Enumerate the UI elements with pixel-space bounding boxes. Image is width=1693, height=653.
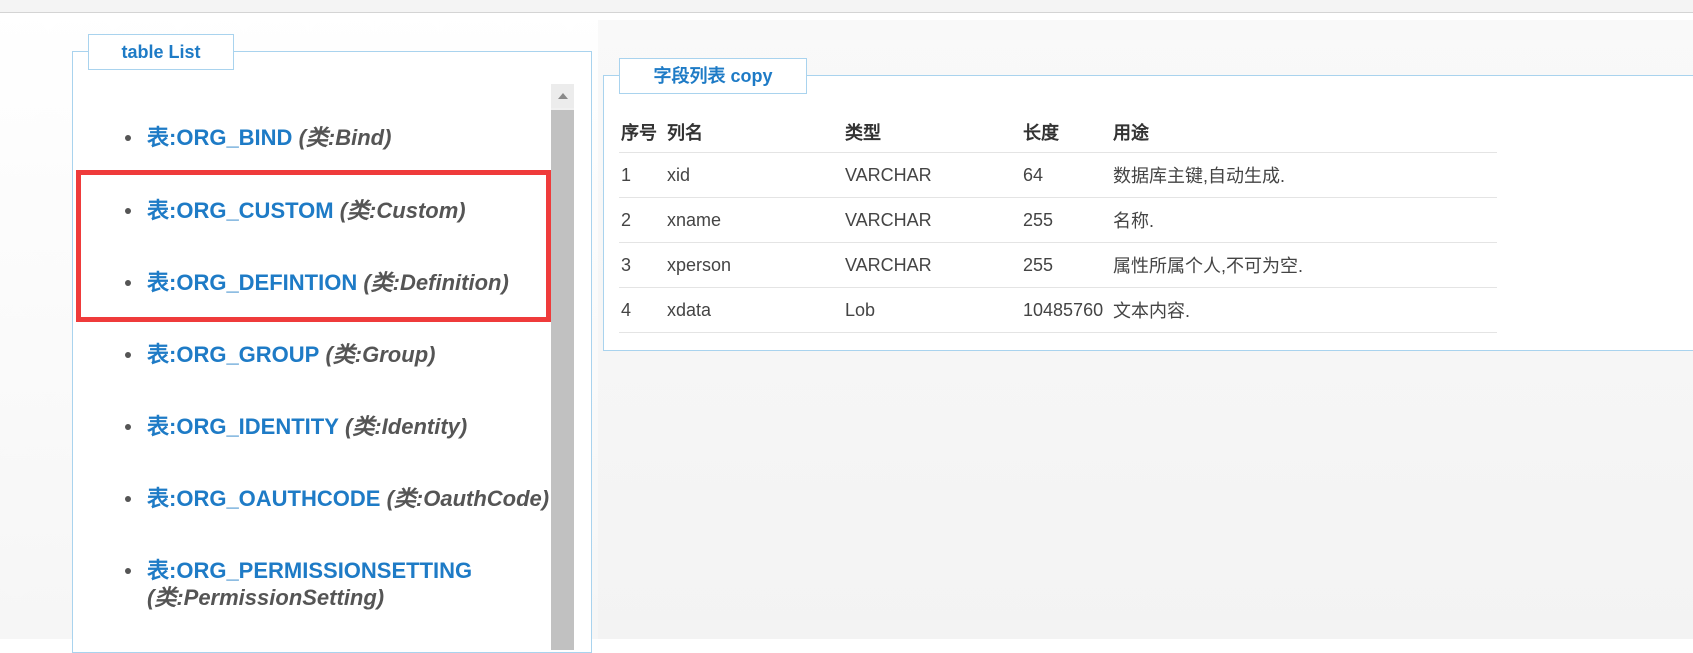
table-cell: 64 [1021,152,1111,198]
scrollbar-thumb[interactable] [551,110,574,650]
table-cell: 10485760 [1021,287,1111,333]
list-item: 表:ORG_OAUTHCODE (类:OauthCode) [118,485,558,512]
table-row: 3 xperson VARCHAR 255 属性所属个人,不可为空. [619,242,1497,288]
list-item: 表:ORG_PERMISSIONSETTING (类:PermissionSett… [118,557,558,611]
table-link[interactable]: 表:ORG_DEFINTION [147,270,357,295]
bullet-icon [125,424,131,430]
table-cell: 数据库主键,自动生成. [1111,152,1497,198]
table-cell: 文本内容. [1111,287,1497,333]
table-link[interactable]: 表:ORG_GROUP [147,342,319,367]
table-link[interactable]: 表:ORG_CUSTOM [147,198,334,223]
table-cell: 2 [619,197,665,243]
table-link[interactable]: 表:ORG_PERMISSIONSETTING [147,558,472,583]
class-label: (类:Bind) [298,125,392,150]
table-cell: 名称. [1111,197,1497,243]
table-list-legend: table List [88,34,234,70]
table-cell: VARCHAR [843,197,1021,243]
table-link[interactable]: 表:ORG_BIND [147,125,292,150]
bullet-icon [125,496,131,502]
table-row: 2 xname VARCHAR 255 名称. [619,197,1497,243]
field-list-legend: 字段列表 copy [619,58,807,94]
table-cell: xdata [665,287,843,333]
field-table: 序号 列名 类型 长度 用途 1 xid VARCHAR 64 数据库主键,自动… [619,112,1497,333]
list-item: 表:ORG_DEFINTION (类:Definition) [118,269,558,296]
table-cell: 属性所属个人,不可为空. [1111,242,1497,288]
class-label: (类:Definition) [363,270,509,295]
table-cell: VARCHAR [843,152,1021,198]
bullet-icon [125,568,131,574]
column-header: 序号 [619,112,665,153]
table-link[interactable]: 表:ORG_OAUTHCODE [147,486,380,511]
bullet-icon [125,280,131,286]
bullet-icon [125,352,131,358]
column-header: 长度 [1021,112,1111,153]
table-cell: xname [665,197,843,243]
class-label: (类:Custom) [339,198,466,223]
table-cell: 4 [619,287,665,333]
table-row: 1 xid VARCHAR 64 数据库主键,自动生成. [619,152,1497,198]
table-cell: VARCHAR [843,242,1021,288]
column-header: 类型 [843,112,1021,153]
list-item: 表:ORG_IDENTITY (类:Identity) [118,413,558,440]
list-item: 表:ORG_CUSTOM (类:Custom) [118,197,558,224]
table-header-row: 序号 列名 类型 长度 用途 [619,112,1497,153]
class-label: (类:Group) [325,342,436,367]
chevron-up-icon [557,93,568,99]
list-item: 表:ORG_BIND (类:Bind) [118,124,558,151]
table-row: 4 xdata Lob 10485760 文本内容. [619,287,1497,333]
class-label: (类:PermissionSetting) [147,585,385,610]
table-cell: 3 [619,242,665,288]
table-cell: 1 [619,152,665,198]
scrollbar[interactable] [551,84,574,650]
table-link[interactable]: 表:ORG_IDENTITY [147,414,339,439]
table-cell: 255 [1021,242,1111,288]
table-cell: xid [665,152,843,198]
bullet-icon [125,135,131,141]
class-label: (类:OauthCode) [386,486,550,511]
scroll-up-button[interactable] [551,84,574,108]
table-cell: xperson [665,242,843,288]
table-cell: Lob [843,287,1021,333]
table-cell: 255 [1021,197,1111,243]
column-header: 列名 [665,112,843,153]
top-bar [0,0,1693,13]
bullet-icon [125,208,131,214]
column-header: 用途 [1111,112,1497,153]
list-item: 表:ORG_GROUP (类:Group) [118,341,558,368]
class-label: (类:Identity) [345,414,468,439]
